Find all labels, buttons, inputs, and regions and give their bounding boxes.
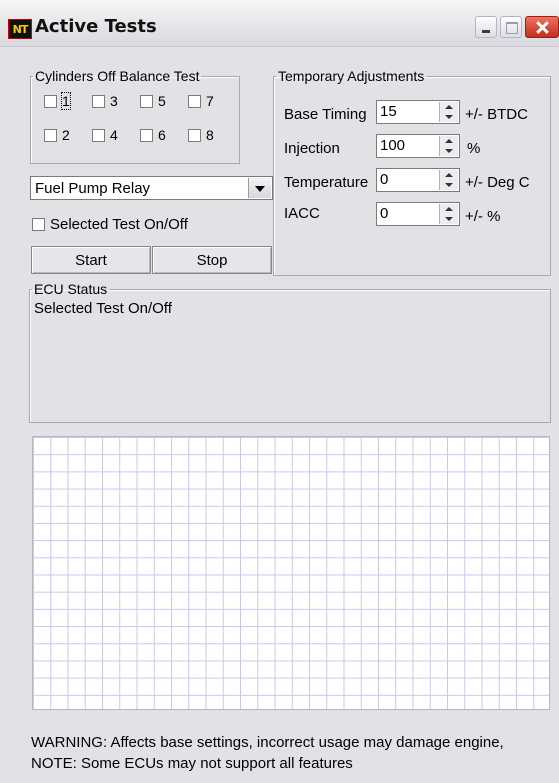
injection-label: Injection [284,140,340,157]
iacc-label: IACC [284,205,320,222]
spin-arrows-icon[interactable] [439,102,458,122]
ecu-status-text: Selected Test On/Off [34,300,172,317]
checkbox-box[interactable] [32,217,45,231]
injection-unit: % [467,140,481,157]
checkbox-box[interactable] [92,94,105,108]
checkbox-box[interactable] [44,128,57,142]
warning-text: WARNING: Affects base settings, incorrec… [31,734,504,751]
chevron-down-icon[interactable] [248,178,271,198]
temperature-unit: +/- Deg C [465,174,530,191]
iacc-unit: +/- % [465,208,501,225]
test-select-value: Fuel Pump Relay [35,180,151,197]
iacc-spinner[interactable]: 0 [376,202,460,226]
cylinder-4-checkbox[interactable]: 4 [92,126,118,144]
iacc-value: 0 [380,205,389,222]
cylinder-2-checkbox[interactable]: 2 [44,126,70,144]
temperature-spinner[interactable]: 0 [376,168,460,192]
cylinder-label: 8 [206,127,214,143]
spin-arrows-icon[interactable] [439,204,458,224]
checkbox-box[interactable] [44,94,57,108]
adjustments-legend: Temporary Adjustments [278,68,425,84]
spin-arrows-icon[interactable] [439,170,458,190]
selected-test-toggle-label: Selected Test On/Off [50,215,188,233]
base-timing-unit: +/- BTDC [465,106,528,123]
checkbox-box[interactable] [188,94,201,108]
window-title: Active Tests [35,16,157,37]
injection-value: 100 [380,137,406,154]
ecu-status-legend: ECU Status [34,281,108,297]
injection-spinner[interactable]: 100 [376,134,460,158]
maximize-button[interactable] [500,16,522,38]
temperature-value: 0 [380,171,389,188]
cylinder-label: 2 [62,127,70,143]
stop-button[interactable]: Stop [152,246,272,274]
cylinder-label: 1 [61,92,71,110]
cylinder-6-checkbox[interactable]: 6 [140,126,166,144]
minimize-button[interactable] [475,16,497,38]
test-select-dropdown[interactable]: Fuel Pump Relay [30,176,273,200]
base-timing-value: 15 [380,103,397,120]
cylinders-group: Cylinders Off Balance Test [30,68,240,164]
checkbox-box[interactable] [140,128,153,142]
selected-test-toggle-checkbox[interactable]: Selected Test On/Off [32,215,188,233]
live-data-graph [32,436,550,710]
cylinder-8-checkbox[interactable]: 8 [188,126,214,144]
base-timing-spinner[interactable]: 15 [376,100,460,124]
temperature-label: Temperature [284,174,369,191]
checkbox-box[interactable] [92,128,105,142]
cylinder-7-checkbox[interactable]: 7 [188,92,214,110]
checkbox-box[interactable] [140,94,153,108]
close-button[interactable] [525,16,559,38]
cylinders-legend: Cylinders Off Balance Test [35,68,200,84]
cylinder-label: 7 [206,93,214,109]
cylinder-5-checkbox[interactable]: 5 [140,92,166,110]
cylinder-label: 3 [110,93,118,109]
cylinder-label: 5 [158,93,166,109]
active-tests-window: NT Active Tests Cylinders Off Balance Te… [0,0,559,783]
checkbox-box[interactable] [188,128,201,142]
cylinder-1-checkbox[interactable]: 1 [44,92,71,110]
app-logo-icon: NT [8,19,32,39]
base-timing-label: Base Timing [284,106,367,123]
note-text: NOTE: Some ECUs may not support all feat… [31,755,353,772]
cylinder-label: 4 [110,127,118,143]
title-bar[interactable]: NT Active Tests [0,0,559,47]
cylinder-label: 6 [158,127,166,143]
spin-arrows-icon[interactable] [439,136,458,156]
cylinder-3-checkbox[interactable]: 3 [92,92,118,110]
start-button[interactable]: Start [31,246,151,274]
